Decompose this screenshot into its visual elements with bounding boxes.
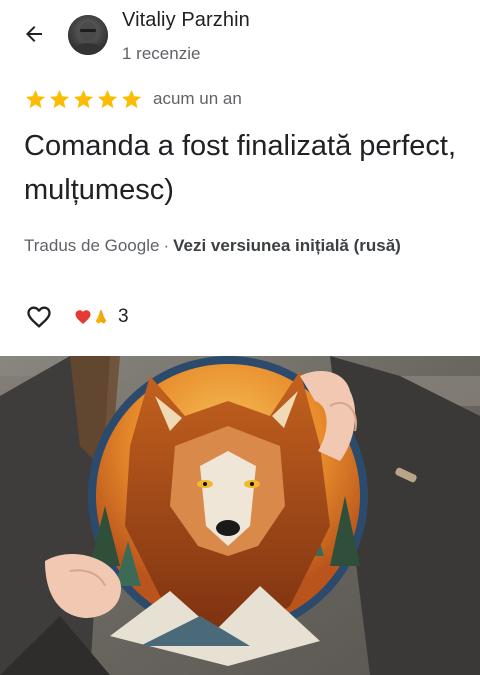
see-original-link[interactable]: Vezi versiunea inițială (rusă) — [173, 236, 401, 255]
review-time: acum un an — [153, 89, 242, 108]
translation-info: Tradus de Google · Vezi versiunea inițială… — [24, 236, 401, 256]
like-button[interactable] — [24, 302, 54, 332]
star-icon — [49, 89, 70, 108]
review-header: Vitaliy Parzhin 1 recenzie — [0, 0, 480, 80]
star-icon — [25, 89, 46, 108]
review-actions: 3 — [24, 302, 129, 332]
review-text: Comanda a fost finalizată perfect, mulțu… — [24, 130, 457, 206]
heart-outline-icon — [27, 306, 51, 328]
star-icon — [121, 89, 142, 108]
reviewer-avatar[interactable] — [68, 15, 108, 55]
reviewer-review-count: 1 recenzie — [122, 44, 201, 63]
rating-row: acum un an — [24, 86, 242, 112]
back-button[interactable] — [18, 18, 50, 50]
star-icon — [97, 89, 118, 108]
reaction-summary[interactable]: 3 — [74, 306, 129, 328]
heart-icon — [75, 310, 91, 325]
separator: · — [163, 236, 170, 255]
arrow-left-icon — [26, 26, 42, 42]
review-photo[interactable] — [0, 356, 480, 675]
star-rating — [24, 88, 143, 111]
star-icon — [73, 89, 94, 108]
reviewer-name[interactable]: Vitaliy Parzhin — [122, 9, 250, 32]
reaction-count: 3 — [118, 306, 129, 327]
praying-hands-icon — [95, 310, 107, 324]
translated-by-label: Tradus de Google — [24, 236, 160, 255]
